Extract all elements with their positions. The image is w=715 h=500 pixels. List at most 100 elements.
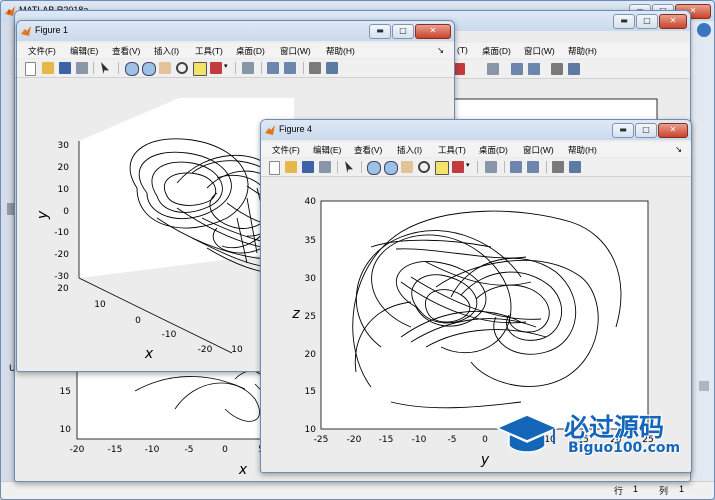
x-tick: -15 — [108, 445, 123, 455]
menu-help[interactable]: 帮助(H) — [326, 45, 355, 57]
zoom-in-icon[interactable] — [125, 62, 139, 76]
figure4-title: Figure 4 — [279, 124, 313, 134]
x-tick: 10 — [94, 300, 106, 310]
maximize-button[interactable]: □ — [635, 123, 657, 138]
open-folder-icon[interactable] — [285, 161, 297, 173]
x-tick: 0 — [222, 445, 228, 455]
menu-help[interactable]: 帮助(H) — [568, 45, 597, 57]
print-icon[interactable] — [487, 63, 499, 75]
menu-file[interactable]: 文件(F) — [272, 144, 300, 156]
colorbar-icon[interactable] — [267, 62, 279, 74]
pan-hand-icon[interactable] — [159, 62, 171, 74]
zoom-out-icon[interactable] — [142, 62, 156, 76]
legend-icon[interactable] — [527, 161, 539, 173]
print-icon[interactable] — [76, 62, 88, 74]
close-button[interactable]: ✕ — [658, 123, 688, 138]
menu-view[interactable]: 查看(V) — [112, 45, 140, 57]
toolbar-separator — [361, 161, 362, 173]
watermark: 必过源码 Biguo100.com — [492, 408, 697, 463]
minimize-button[interactable]: ▬ — [612, 123, 634, 138]
new-file-icon[interactable] — [25, 62, 36, 76]
brush-icon[interactable] — [452, 161, 464, 173]
menu-window[interactable]: 窗口(W) — [524, 45, 555, 57]
minimize-button[interactable]: ▬ — [613, 14, 635, 29]
rotate-3d-icon[interactable] — [418, 161, 430, 173]
watermark-cn: 必过源码 — [564, 413, 665, 442]
data-cursor-icon[interactable] — [435, 161, 449, 175]
col-value: 1 — [679, 484, 685, 494]
menu-help[interactable]: 帮助(H) — [568, 144, 597, 156]
help-icon[interactable] — [697, 23, 711, 37]
menu-tools[interactable]: 工具(T) — [438, 144, 466, 156]
rotate-3d-icon[interactable] — [176, 62, 188, 74]
toolbar-separator — [118, 62, 119, 74]
figure1-titlebar[interactable]: Figure 1 ▬ □ ✕ — [17, 21, 454, 41]
menu-desktop[interactable]: 桌面(D) — [482, 45, 511, 57]
y-tick: 40 — [305, 197, 317, 207]
legend-icon[interactable] — [528, 63, 540, 75]
show-tools-icon[interactable] — [569, 161, 581, 173]
menu-tools[interactable]: (T) — [457, 45, 468, 55]
menu-window[interactable]: 窗口(W) — [523, 144, 554, 156]
scroll-handle[interactable] — [699, 381, 709, 391]
y-tick: -10 — [54, 228, 69, 238]
link-plot-icon[interactable] — [485, 161, 497, 173]
dropdown-arrow-icon[interactable]: ▾ — [224, 62, 230, 74]
matlab-logo-icon — [21, 26, 31, 36]
minimize-button[interactable]: ▬ — [369, 24, 391, 39]
colorbar-icon[interactable] — [510, 161, 522, 173]
legend-icon[interactable] — [284, 62, 296, 74]
x-tick: -20 — [347, 435, 362, 445]
new-file-icon[interactable] — [269, 161, 280, 175]
menu-edit[interactable]: 编辑(E) — [313, 144, 341, 156]
menu-dock-arrow-icon[interactable]: ↘ — [437, 45, 444, 56]
hide-tools-icon[interactable] — [551, 63, 563, 75]
hide-tools-icon[interactable] — [309, 62, 321, 74]
show-tools-icon[interactable] — [326, 62, 338, 74]
pan-hand-icon[interactable] — [401, 161, 413, 173]
y-tick: 30 — [58, 141, 70, 151]
row-label: 行 — [614, 486, 624, 496]
figure1-title: Figure 1 — [35, 25, 69, 35]
x-axis-label: x — [238, 462, 248, 478]
y-tick: 15 — [305, 387, 316, 397]
brush-icon[interactable] — [210, 62, 222, 74]
menu-tools[interactable]: 工具(T) — [195, 45, 223, 57]
y-axis-label: z — [291, 306, 300, 322]
zoom-in-icon[interactable] — [367, 161, 381, 175]
hide-tools-icon[interactable] — [552, 161, 564, 173]
graduation-cap-icon — [495, 414, 559, 453]
x-axis-label: x — [144, 346, 154, 362]
menu-view[interactable]: 查看(V) — [354, 144, 382, 156]
menu-window[interactable]: 窗口(W) — [280, 45, 311, 57]
menu-dock-arrow-icon[interactable]: ↘ — [675, 144, 682, 155]
toolbar-separator — [477, 161, 478, 173]
toolbar-separator — [337, 161, 338, 173]
menu-edit[interactable]: 编辑(E) — [70, 45, 98, 57]
menu-desktop[interactable]: 桌面(D) — [236, 45, 265, 57]
dropdown-arrow-icon[interactable]: ▾ — [466, 161, 472, 173]
link-plot-icon[interactable] — [242, 62, 254, 74]
save-icon[interactable] — [302, 161, 314, 173]
print-icon[interactable] — [319, 161, 331, 173]
zoom-out-icon[interactable] — [384, 161, 398, 175]
menu-file[interactable]: 文件(F) — [28, 45, 56, 57]
show-tools-icon[interactable] — [568, 63, 580, 75]
colorbar-icon[interactable] — [511, 63, 523, 75]
save-icon[interactable] — [59, 62, 71, 74]
maximize-button[interactable]: □ — [636, 14, 658, 29]
close-button[interactable]: ✕ — [659, 14, 687, 29]
toolbar-separator — [93, 62, 94, 74]
select-arrow-icon[interactable] — [101, 62, 109, 74]
menu-insert[interactable]: 插入(I) — [154, 45, 179, 57]
maximize-button[interactable]: □ — [392, 24, 414, 39]
data-cursor-icon[interactable] — [193, 62, 207, 76]
close-button[interactable]: ✕ — [415, 24, 451, 39]
select-arrow-icon[interactable] — [345, 161, 353, 173]
open-folder-icon[interactable] — [42, 62, 54, 74]
menu-desktop[interactable]: 桌面(D) — [479, 144, 508, 156]
figure1-menubar: 文件(F) 编辑(E) 查看(V) 插入(I) 工具(T) 桌面(D) 窗口(W… — [17, 43, 454, 58]
menu-insert[interactable]: 插入(I) — [397, 144, 422, 156]
figure4-menubar: 文件(F) 编辑(E) 查看(V) 插入(I) 工具(T) 桌面(D) 窗口(W… — [261, 142, 691, 157]
figure4-titlebar[interactable]: Figure 4 ▬ □ ✕ — [261, 120, 691, 140]
